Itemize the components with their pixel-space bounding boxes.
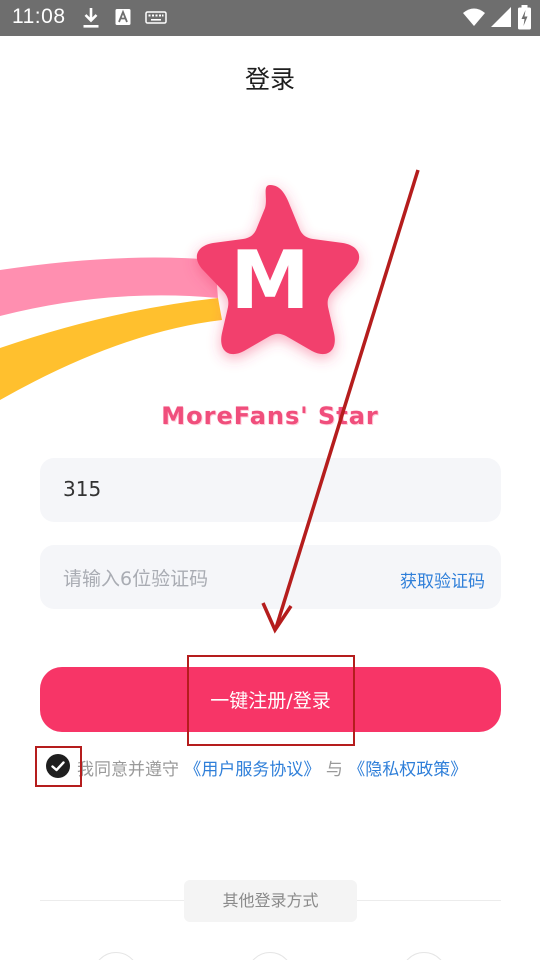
a-notification-icon bbox=[115, 9, 131, 25]
annotation-box-login-button bbox=[187, 655, 355, 746]
terms-link[interactable]: 《用户服务协议》 bbox=[184, 760, 320, 780]
brand-name: MoreFans' Star bbox=[161, 402, 379, 430]
verification-code-input[interactable]: 请输入6位验证码 获取验证码 bbox=[40, 545, 501, 609]
agreement-conjunction: 与 bbox=[325, 760, 343, 780]
login-screen: 11:08 登录 M MoreFans' Star 315 请输入6位验证码 获… bbox=[0, 0, 540, 960]
page-title: 登录 bbox=[244, 65, 295, 94]
agreement-prefix: 我同意并遵守 bbox=[77, 760, 179, 780]
other-login-label: 其他登录方式 bbox=[184, 880, 357, 922]
agreement-row: 我同意并遵守 《用户服务协议》 与 《隐私权政策》 bbox=[46, 753, 526, 780]
download-icon bbox=[83, 8, 99, 28]
annotation-box-checkbox bbox=[35, 746, 82, 787]
status-bar: 11:08 bbox=[0, 0, 540, 36]
phone-input[interactable]: 315 bbox=[40, 458, 501, 522]
agreement-text: 我同意并遵守 《用户服务协议》 与 《隐私权政策》 bbox=[77, 755, 467, 780]
wifi-icon bbox=[463, 8, 485, 26]
get-code-button[interactable]: 获取验证码 bbox=[400, 567, 485, 592]
privacy-link[interactable]: 《隐私权政策》 bbox=[348, 760, 467, 780]
logo-trail-yellow bbox=[0, 298, 222, 400]
phone-input-value: 315 bbox=[63, 477, 102, 501]
third-party-login-icon-center[interactable] bbox=[247, 952, 293, 960]
brand-logo: M bbox=[0, 185, 360, 400]
logo-letter: M bbox=[230, 234, 310, 327]
battery-charging-icon bbox=[518, 5, 531, 30]
status-time: 11:08 bbox=[12, 5, 66, 28]
signal-icon bbox=[491, 7, 511, 27]
third-party-login-icon-left[interactable] bbox=[93, 952, 139, 960]
third-party-login-icon-right[interactable] bbox=[401, 952, 447, 960]
keyboard-icon bbox=[145, 11, 167, 24]
code-input-placeholder: 请输入6位验证码 bbox=[63, 568, 209, 590]
